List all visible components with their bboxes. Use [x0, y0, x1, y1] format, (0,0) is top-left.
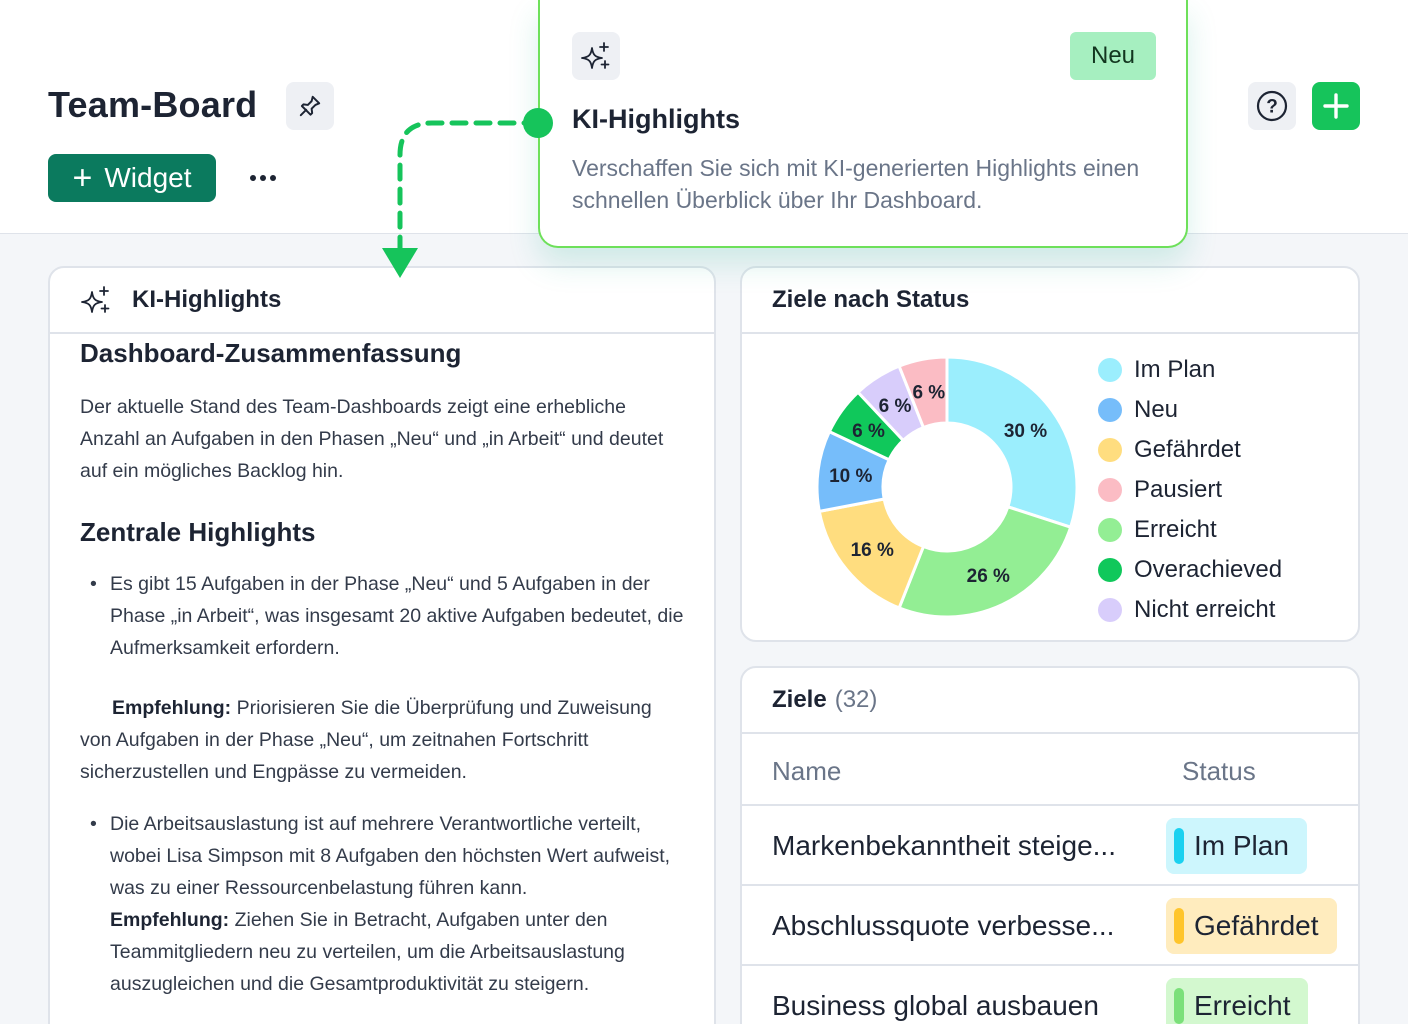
dot-icon [260, 175, 266, 181]
goal-name: Abschlussquote verbesse... [772, 910, 1115, 941]
status-badge: Erreicht [1166, 978, 1309, 1024]
slice-label: 6 % [879, 396, 912, 417]
goals-column-headers: Name Status [742, 734, 1358, 806]
goals-count: (32) [834, 686, 878, 713]
highlight-item: Es gibt 15 Aufgaben in der Phase „Neu“ u… [80, 568, 684, 664]
status-label: Im Plan [1194, 830, 1289, 861]
help-button[interactable]: ? [1248, 82, 1296, 130]
highlights-heading: Zentrale Highlights [80, 517, 316, 547]
legend-swatch [1098, 598, 1122, 622]
recommendation-1: Empfehlung: Priorisieren Sie die Überprü… [80, 692, 684, 788]
column-header-status[interactable]: Status [1182, 756, 1256, 787]
status-badge: Im Plan [1166, 818, 1307, 874]
status-badge: Gefährdet [1166, 898, 1337, 954]
table-row[interactable]: Abschlussquote verbesse... Gefährdet [742, 886, 1358, 966]
sparkle-icon [81, 286, 110, 313]
goal-name: Markenbekanntheit steige... [772, 830, 1116, 861]
legend-swatch [1098, 398, 1122, 422]
goals-card: Ziele (32) Name Status Markenbekanntheit… [740, 666, 1360, 1024]
highlights-list: Es gibt 15 Aufgaben in der Phase „Neu“ u… [80, 568, 684, 664]
recommendation-label: Empfehlung: [112, 697, 232, 719]
new-badge: Neu [1070, 32, 1156, 80]
table-row[interactable]: Business global ausbauen Erreicht [742, 966, 1358, 1024]
pin-button[interactable] [286, 82, 334, 130]
legend-swatch [1098, 358, 1122, 382]
goals-rows: Markenbekanntheit steige... Im Plan Abschl… [742, 806, 1358, 1024]
svg-text:?: ? [1266, 97, 1278, 118]
highlight-item: Die Arbeitsauslastung ist auf mehrere Ve… [80, 808, 684, 1000]
add-button[interactable] [1312, 82, 1360, 130]
donut-slice[interactable] [945, 355, 1079, 530]
slice-label: 30 % [1004, 421, 1047, 442]
goals-title: Ziele [772, 686, 827, 713]
plus-icon: + [72, 159, 93, 197]
popover-description: Verschaffen Sie sich mit KI-generierten … [572, 155, 1140, 213]
plus-icon [1323, 93, 1349, 119]
highlights-list: Die Arbeitsauslastung ist auf mehrere Ve… [80, 808, 684, 1000]
status-indicator [1174, 988, 1184, 1024]
goals-card-header: Ziele (32) [742, 668, 1358, 734]
page-title: Team-Board [48, 84, 258, 125]
popover-title: KI-Highlights [572, 104, 740, 134]
status-label: Gefährdet [1194, 910, 1319, 941]
pin-icon [299, 95, 321, 117]
dot-icon [250, 175, 256, 181]
table-row[interactable]: Markenbekanntheit steige... Im Plan [742, 806, 1358, 886]
ki-highlights-card: KI-Highlights Dashboard-Zusammenfassung … [48, 266, 716, 1024]
donut-chart: 30 %26 %16 %10 %6 %6 %6 % [815, 355, 1079, 619]
legend-item[interactable]: Nicht erreicht [1098, 590, 1282, 630]
legend-swatch [1098, 518, 1122, 542]
chart-card-title: Ziele nach Status [772, 286, 970, 313]
legend-label: Pausiert [1134, 476, 1223, 503]
summary-heading: Dashboard-Zusammenfassung [80, 338, 462, 368]
goals-by-status-card: Ziele nach Status 30 % 26 % 16 % 10 % 6 % 6 %… [740, 266, 1360, 642]
dot-icon [270, 175, 276, 181]
legend-label: Gefährdet [1134, 436, 1241, 463]
ki-card-body: Dashboard-Zusammenfassung Der aktuelle S… [50, 338, 714, 1000]
legend-swatch [1098, 438, 1122, 462]
slice-label: 10 % [829, 466, 872, 487]
legend-item[interactable]: Gefährdet [1098, 430, 1282, 470]
connector-arrow [382, 108, 553, 278]
legend-swatch [1098, 558, 1122, 582]
legend-item[interactable]: Erreicht [1098, 510, 1282, 550]
status-indicator [1174, 828, 1184, 864]
add-widget-label: Widget [104, 162, 192, 193]
legend-item[interactable]: Overachieved [1098, 550, 1282, 590]
slice-label: 16 % [851, 540, 894, 561]
legend-label: Neu [1134, 396, 1179, 423]
goal-name: Business global ausbauen [772, 990, 1099, 1021]
status-indicator [1174, 908, 1184, 944]
column-header-name[interactable]: Name [772, 756, 841, 787]
legend-label: Im Plan [1134, 356, 1216, 383]
more-options-button[interactable] [240, 158, 286, 198]
status-label: Erreicht [1194, 990, 1291, 1021]
legend-label: Overachieved [1134, 556, 1283, 583]
ki-highlights-popover: Neu KI-Highlights Verschaffen Sie sich m… [538, 0, 1188, 248]
chart-legend: Im Plan Neu Gefährdet Pausiert Erreicht Overa… [1098, 350, 1282, 630]
chart-card-header: Ziele nach Status [742, 268, 1358, 334]
sparkle-icon-box [572, 32, 620, 80]
legend-label: Erreicht [1134, 516, 1217, 543]
slice-label: 6 % [912, 383, 945, 404]
recommendation-label: Empfehlung: [110, 909, 230, 931]
legend-item[interactable]: Im Plan [1098, 350, 1282, 390]
donut-slice[interactable] [897, 504, 1073, 619]
add-widget-button[interactable]: + Widget [48, 154, 216, 202]
sparkle-icon [581, 42, 610, 69]
help-icon: ? [1256, 90, 1288, 122]
legend-label: Nicht erreicht [1134, 596, 1276, 623]
legend-swatch [1098, 478, 1122, 502]
legend-item[interactable]: Neu [1098, 390, 1282, 430]
slice-label: 26 % [967, 566, 1010, 587]
ki-card-title: KI-Highlights [132, 286, 282, 313]
legend-item[interactable]: Pausiert [1098, 470, 1282, 510]
slice-label: 6 % [852, 421, 885, 442]
highlight-text: Die Arbeitsauslastung ist auf mehrere Ve… [110, 813, 671, 899]
summary-text: Der aktuelle Stand des Team-Dashboards z… [80, 396, 664, 482]
